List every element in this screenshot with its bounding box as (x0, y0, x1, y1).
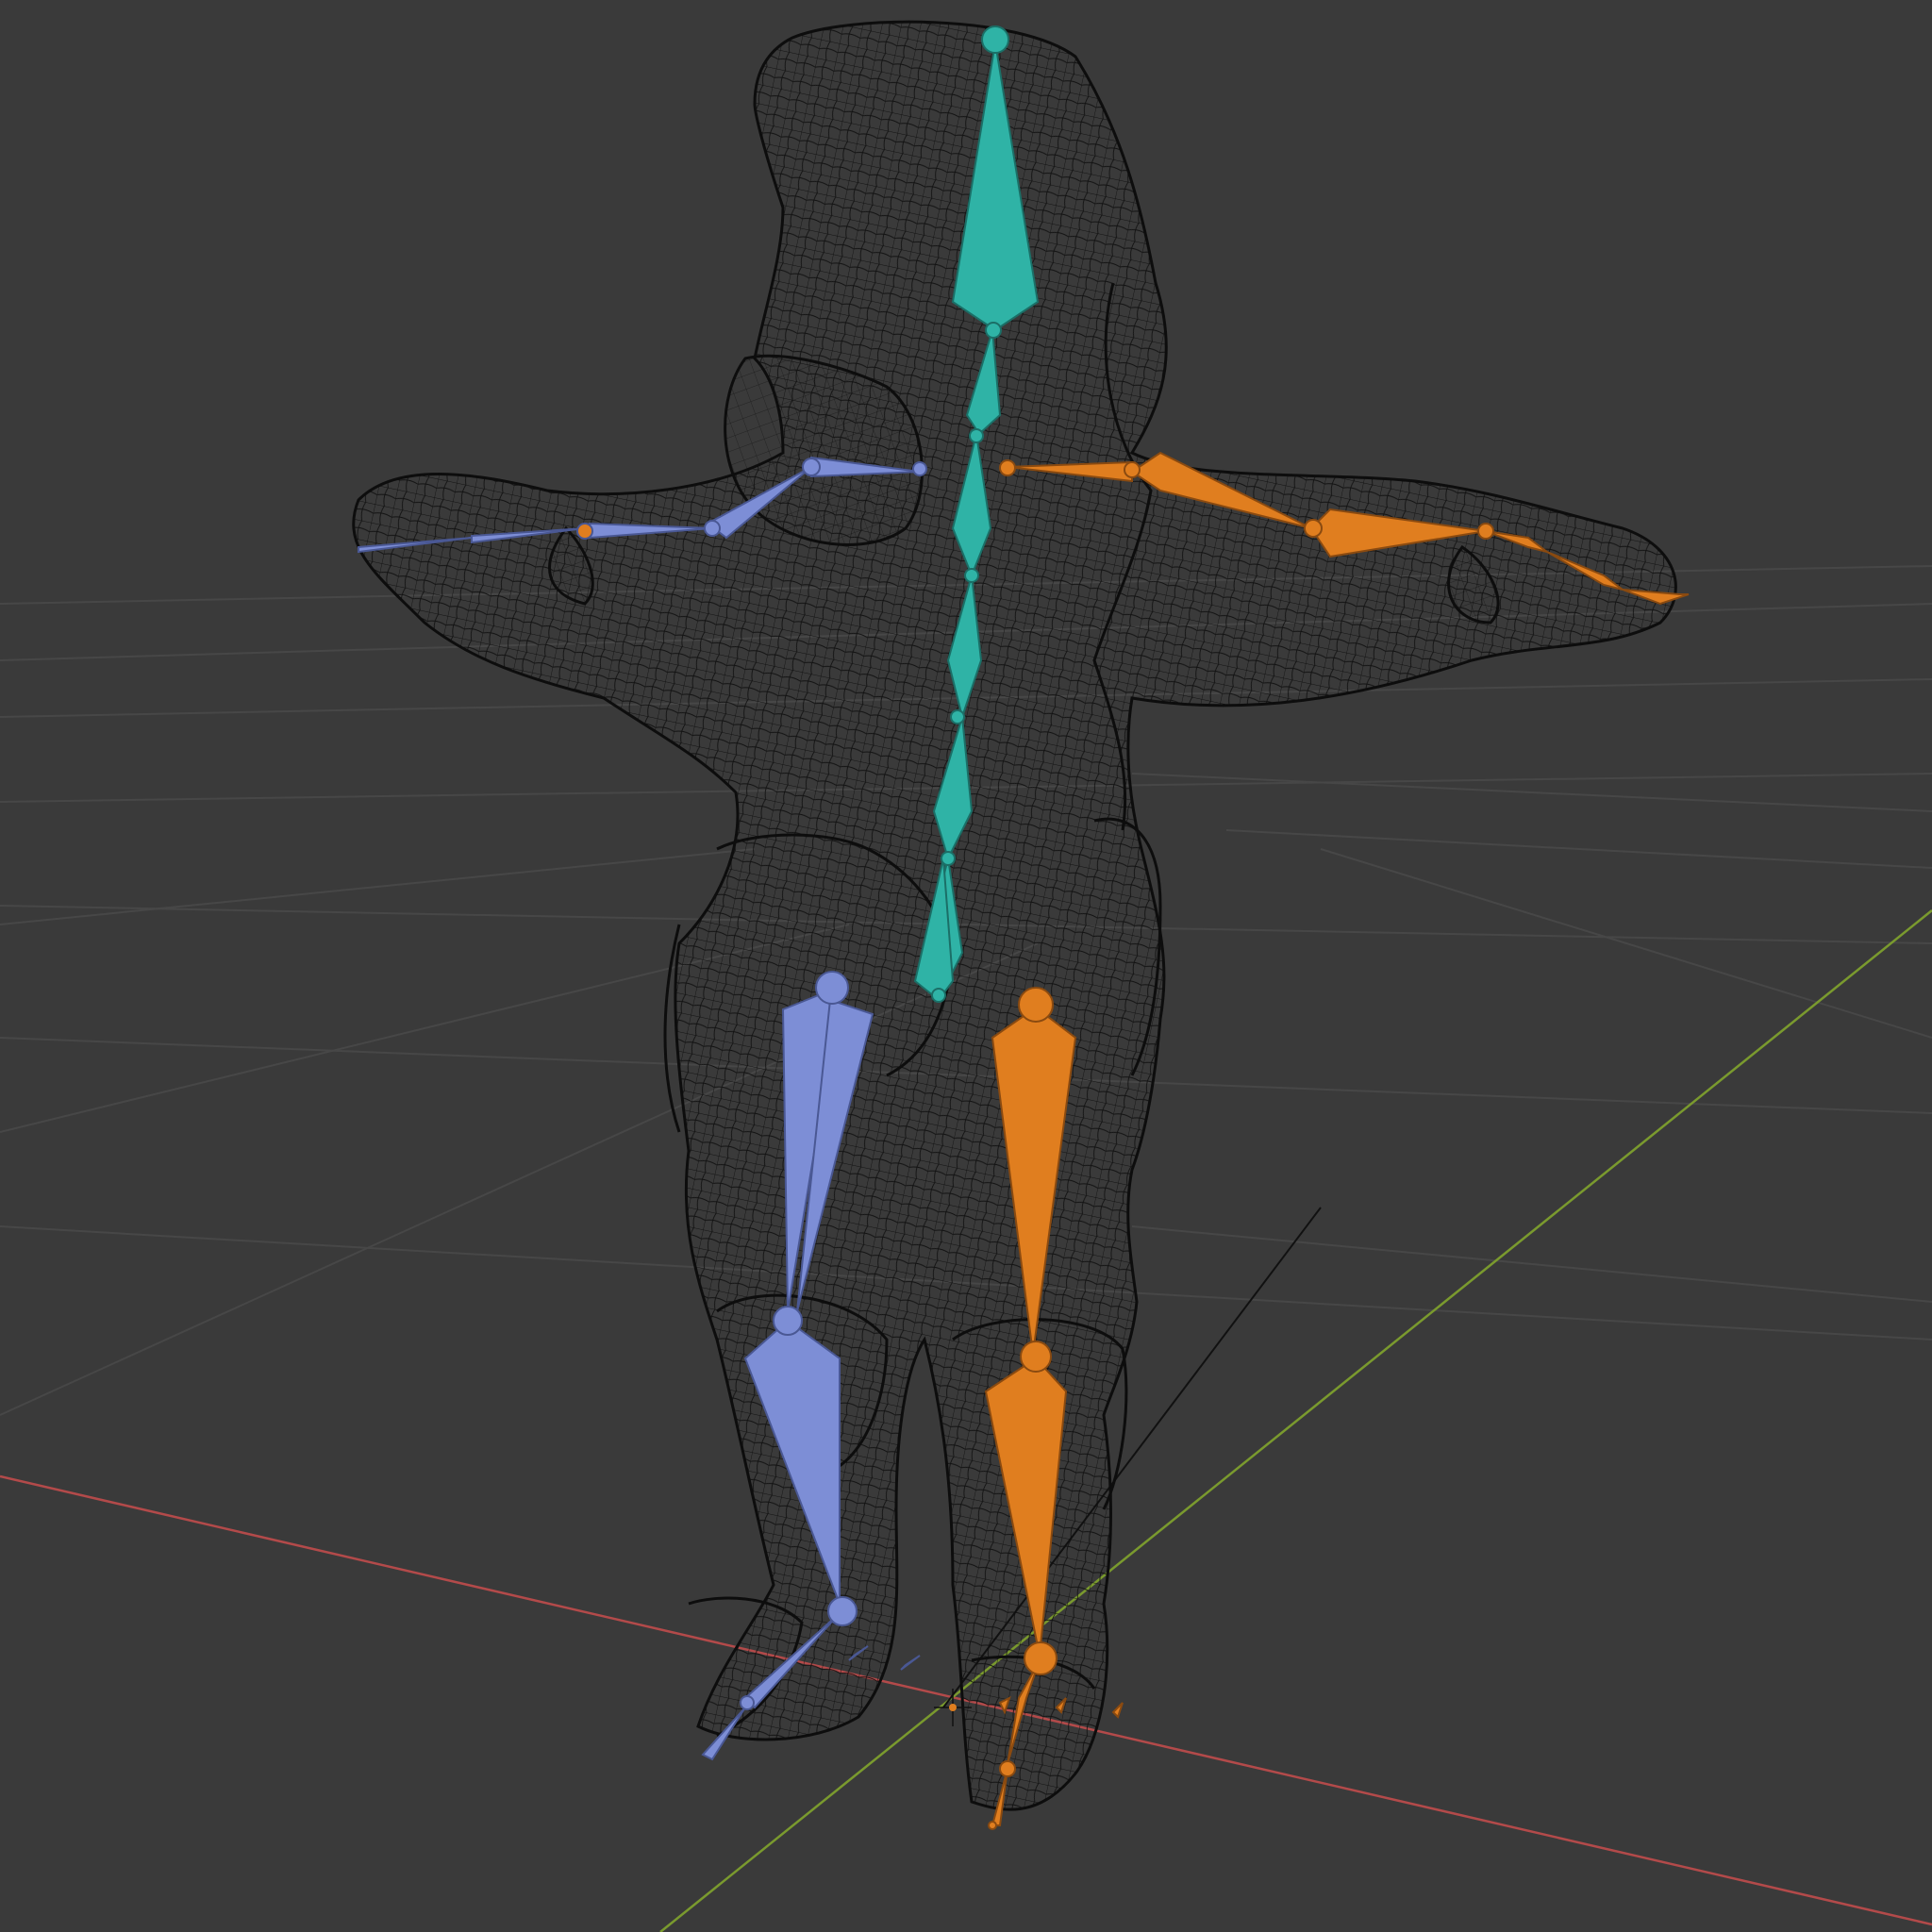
spine-joint-3[interactable] (950, 709, 965, 724)
right-shoulder-joint[interactable] (999, 459, 1016, 476)
spine-joint-1[interactable] (969, 428, 984, 443)
right-toe-end-joint[interactable] (988, 1821, 997, 1830)
left-knee-joint[interactable] (773, 1306, 803, 1336)
right-knee-joint[interactable] (1020, 1341, 1052, 1373)
3d-viewport[interactable] (0, 0, 1932, 1932)
right-wrist-joint[interactable] (1477, 523, 1494, 540)
hips-joint[interactable] (931, 988, 946, 1003)
neck-joint[interactable] (985, 322, 1002, 339)
left-wrist-joint[interactable] (704, 520, 721, 537)
left-hand-joint[interactable] (576, 523, 593, 540)
viewport-canvas[interactable] (0, 0, 1932, 1932)
left-shoulder-joint[interactable] (912, 461, 927, 476)
left-elbow-joint[interactable] (802, 458, 821, 476)
spine-joint-4[interactable] (941, 851, 956, 866)
head-joint[interactable] (981, 25, 1009, 54)
left-toe-joint[interactable] (740, 1695, 755, 1710)
left-hip-joint[interactable] (815, 971, 849, 1005)
left-toe-tip-bone[interactable] (900, 1655, 921, 1671)
right-hip-joint[interactable] (1018, 987, 1054, 1023)
right-elbow-joint[interactable] (1124, 461, 1141, 478)
right-toe-tip-bone[interactable] (1111, 1702, 1124, 1719)
right-toe-joint[interactable] (999, 1760, 1016, 1777)
left-ankle-joint[interactable] (827, 1596, 858, 1626)
right-forearm-joint[interactable] (1304, 519, 1323, 538)
right-ankle-joint[interactable] (1024, 1641, 1058, 1675)
spine-joint-2[interactable] (964, 568, 979, 583)
